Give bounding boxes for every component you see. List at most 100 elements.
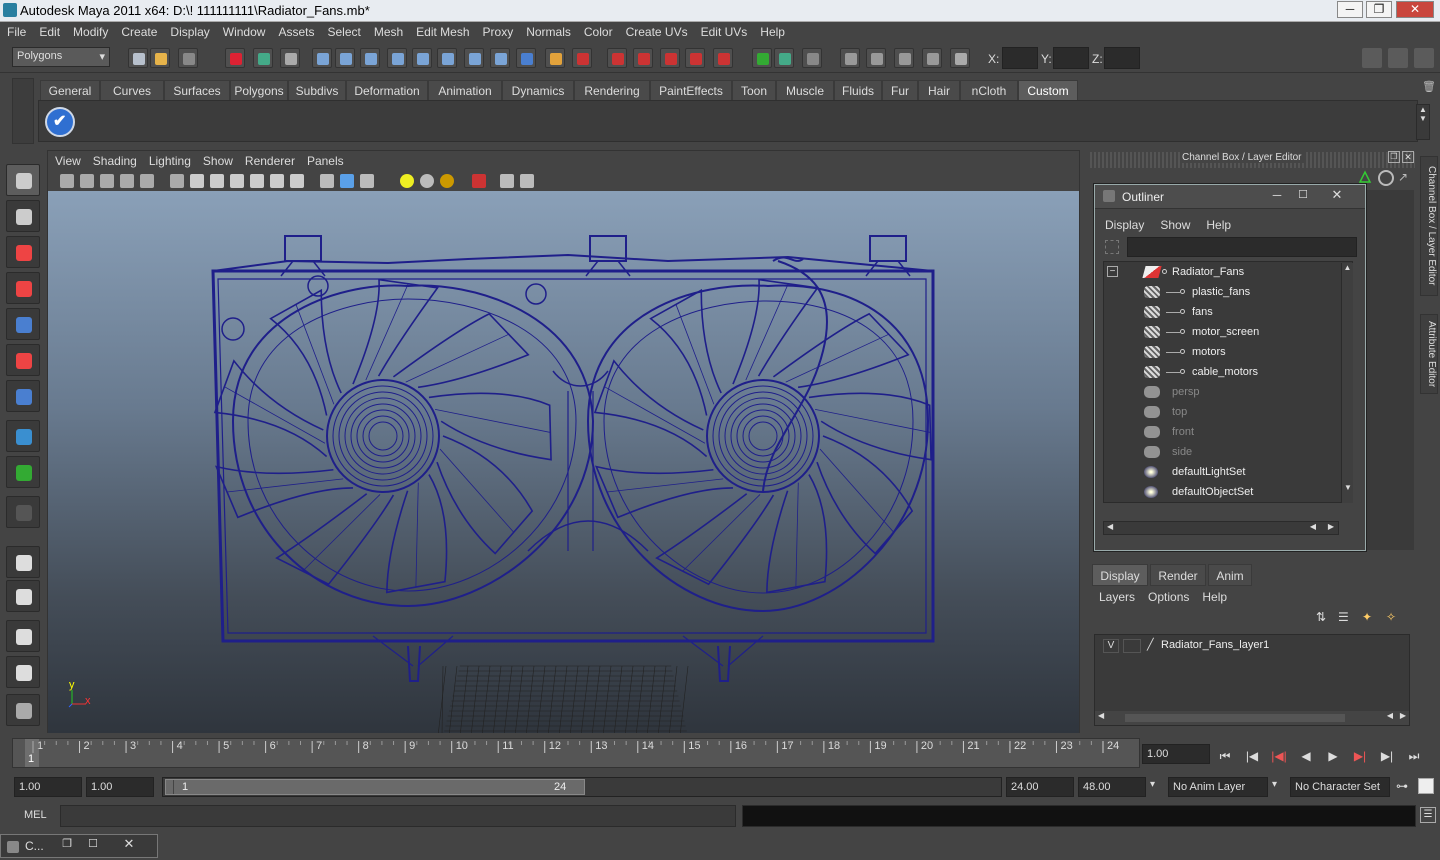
command-language-label[interactable]: MEL [24,809,47,821]
tab-layer-display[interactable]: Display [1092,564,1148,586]
show-manipulator-icon[interactable] [6,456,40,488]
minimize-button[interactable]: ─ [1337,1,1363,18]
anim-layer-field[interactable]: No Anim Layer [1168,777,1268,797]
menu-color[interactable]: Color [577,22,619,39]
channel-box-sphere-icon[interactable] [1378,170,1394,186]
outliner-item[interactable]: persp [1104,382,1344,402]
paint-select-tool-icon[interactable] [6,236,40,268]
universal-manipulator-icon[interactable] [6,380,40,412]
playback-start-field[interactable]: 1.00 [86,777,154,797]
safe-title-icon[interactable] [290,174,304,188]
tab-layer-anim[interactable]: Anim [1208,564,1252,586]
menu-assets[interactable]: Assets [271,22,320,39]
tab-custom[interactable]: Custom [1018,80,1078,100]
tab-fluids[interactable]: Fluids [834,80,882,100]
menu-file[interactable]: File [0,22,32,39]
layer-color-icon[interactable]: ╱ [1147,638,1154,651]
wireframe-icon[interactable] [320,174,334,188]
lock-selection-icon[interactable] [545,48,565,68]
outliner-item[interactable]: front [1104,422,1344,442]
script-editor-icon[interactable]: ☰ [1420,807,1436,823]
step-back-frame-button[interactable]: |◀| [1268,746,1290,766]
start-time-field[interactable]: 1.00 [14,777,82,797]
query-icon[interactable] [516,48,536,68]
mask-curves-icon[interactable] [360,48,380,68]
lasso-tool-icon[interactable] [6,200,40,232]
mask-handles-icon[interactable] [312,48,332,68]
outliner-layout-icon[interactable] [6,620,40,652]
hypershade-layout-icon[interactable] [6,694,40,726]
close-panel-icon[interactable]: ✕ [1402,151,1414,163]
tab-layer-render[interactable]: Render [1150,564,1206,586]
new-layer-icon[interactable]: ✦ [1362,610,1380,624]
outliner-item[interactable]: defaultObjectSet [1104,482,1344,502]
mask-surfaces-icon[interactable] [387,48,407,68]
render-frame-icon[interactable] [866,48,886,68]
outliner-item[interactable]: top [1104,402,1344,422]
shelf-trash-icon[interactable]: 🗑 [1422,80,1436,94]
character-set-dropdown-arrow[interactable]: ▾ [1272,779,1286,795]
float-panel-icon[interactable]: ❐ [1388,151,1400,163]
viewport-menu-panels[interactable]: Panels [300,151,349,168]
menu-select[interactable]: Select [320,22,366,39]
layer-menu-help[interactable]: Help [1193,588,1231,604]
tab-curves[interactable]: Curves [100,80,164,100]
snap-view-plane-icon[interactable] [685,48,705,68]
layer-row[interactable]: V ╱ Radiator_Fans_layer1 [1097,637,1409,655]
menu-window[interactable]: Window [216,22,272,39]
highlight-selection-icon[interactable] [572,48,592,68]
maximize-icon[interactable]: ☐ [83,837,103,850]
viewport-menu-renderer[interactable]: Renderer [238,151,300,168]
close-button[interactable]: ✕ [1396,1,1434,18]
all-lights-icon[interactable] [440,174,454,188]
ipr-render-icon[interactable] [894,48,914,68]
film-gate-icon[interactable] [190,174,204,188]
save-scene-icon[interactable] [178,48,198,68]
viewport-menu-lighting[interactable]: Lighting [142,151,196,168]
playback-end-field[interactable]: 24.00 [1006,777,1074,797]
outliner-item[interactable]: Radiator_Fans [1104,262,1344,282]
command-input[interactable] [60,805,736,827]
viewport-menu-show[interactable]: Show [196,151,238,168]
menu-mesh[interactable]: Mesh [367,22,409,39]
outliner-menu-display[interactable]: Display [1095,214,1150,232]
tab-animation[interactable]: Animation [428,80,502,100]
mask-misc-icon[interactable] [490,48,510,68]
tab-polygons[interactable]: Polygons [230,80,288,100]
image-plane-icon[interactable] [120,174,134,188]
anim-layer-dropdown-arrow[interactable]: ▾ [1150,779,1164,795]
construction-history-icon[interactable] [802,48,822,68]
channel-box-arrow-icon[interactable]: ↗ [1398,170,1412,184]
layer-menu-layers[interactable]: Layers [1090,588,1139,604]
render-settings-icon[interactable] [922,48,942,68]
current-time-field[interactable]: 1.00 [1142,744,1210,764]
outliner-item[interactable]: plastic_fans [1104,282,1344,302]
step-forward-frame-button[interactable]: ▶| [1349,746,1371,766]
go-to-end-button[interactable]: ⏭ [1403,746,1425,766]
gate-mask-icon[interactable] [230,174,244,188]
outliner-filter-icon[interactable] [1105,240,1119,254]
mask-deform-icon[interactable] [412,48,432,68]
z-coord-field[interactable] [1104,47,1140,69]
snap-grid-icon[interactable] [607,48,627,68]
restore-icon[interactable]: ❐ [57,837,77,850]
layer-playback-toggle[interactable] [1123,639,1141,653]
layer-menu-options[interactable]: Options [1139,588,1193,604]
outliner-item[interactable]: motor_screen [1104,322,1344,342]
four-view-layout-icon[interactable] [6,580,40,612]
rotate-tool-icon[interactable] [6,308,40,340]
menu-edit[interactable]: Edit [32,22,66,39]
wireframe-on-shaded-icon[interactable] [360,174,374,188]
menu-edit-uvs[interactable]: Edit UVs [694,22,754,39]
input-ops-icon[interactable] [752,48,772,68]
open-scene-icon[interactable] [150,48,170,68]
tab-general[interactable]: General [40,80,100,100]
show-hide-tool-settings-icon[interactable] [1414,48,1434,68]
outliner-search-input[interactable] [1127,237,1357,257]
end-time-field[interactable]: 48.00 [1078,777,1146,797]
outliner-menu-help[interactable]: Help [1196,214,1237,232]
play-backwards-button[interactable]: ◀ [1295,746,1317,766]
outliner-maximize-button[interactable]: ☐ [1291,188,1315,204]
outliner-item[interactable]: defaultLightSet [1104,462,1344,482]
show-hide-attribute-editor-icon[interactable] [1388,48,1408,68]
